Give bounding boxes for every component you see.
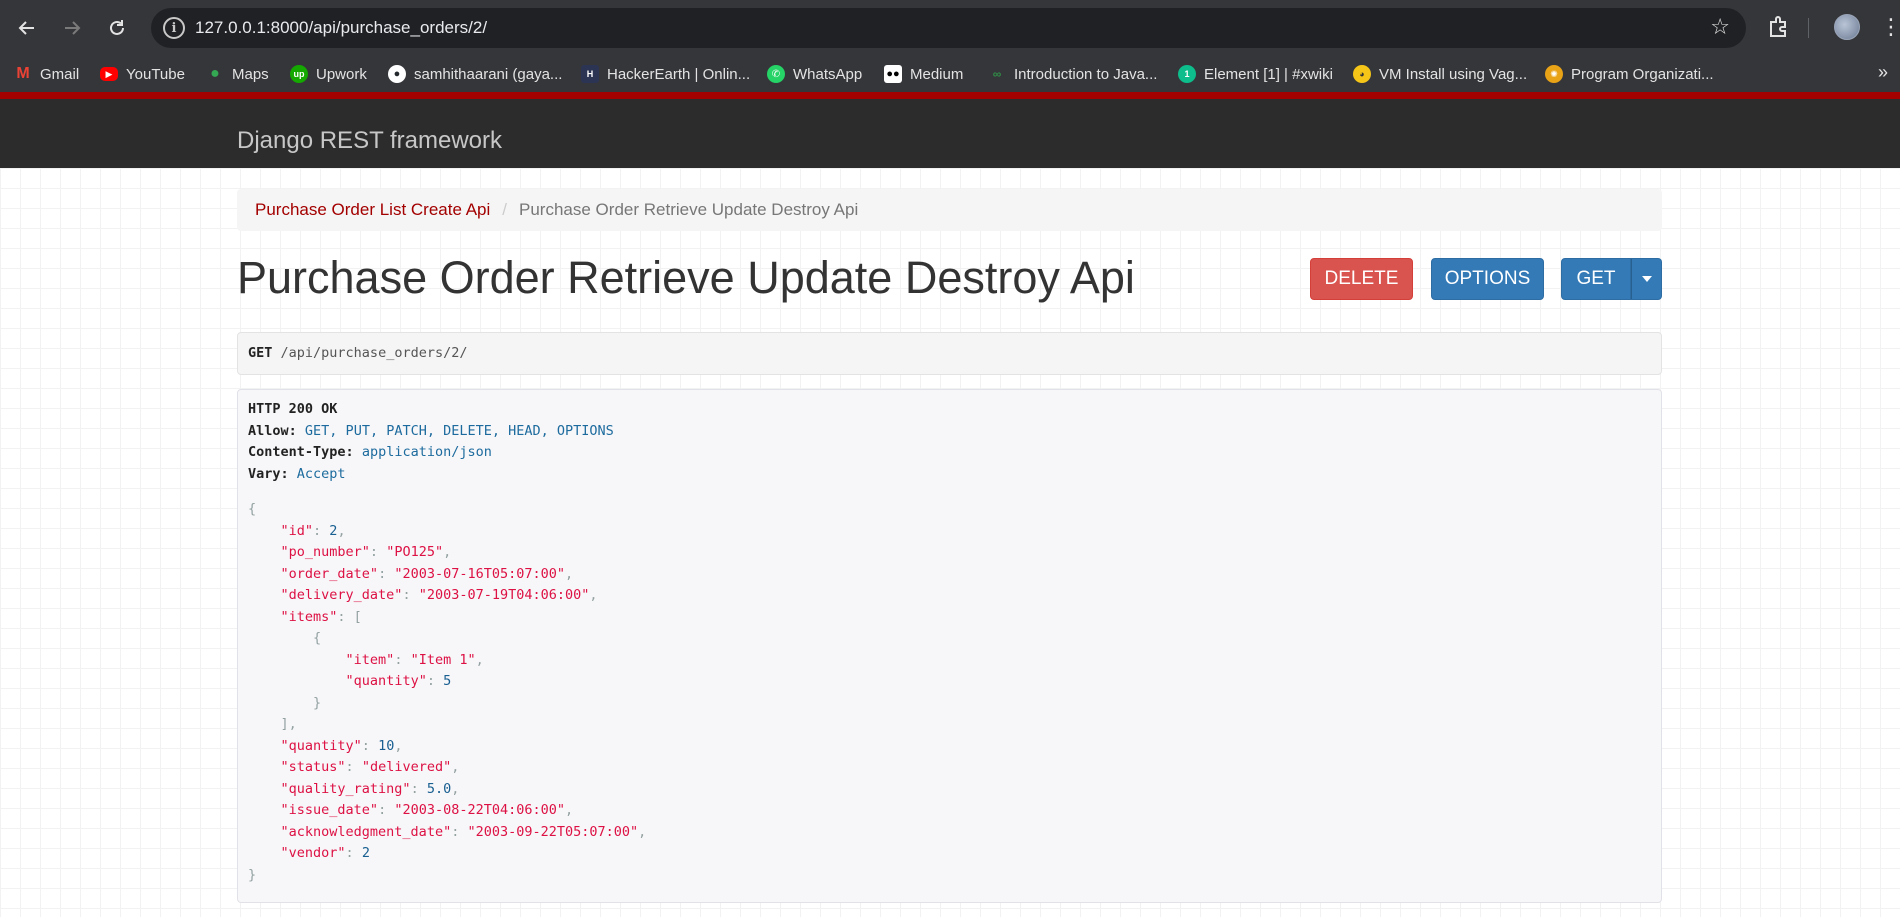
upwork-icon: up — [290, 65, 308, 83]
bookmark-label: HackerEarth | Onlin... — [607, 65, 751, 83]
address-bar[interactable]: i 127.0.0.1:8000/api/purchase_orders/2/ … — [151, 8, 1746, 48]
geeksforgeeks-icon: ∞ — [992, 67, 1002, 81]
json-body: { "id": 2, "po_number": "PO125", "order_… — [248, 501, 647, 883]
bookmark-program-organization[interactable]: ✺ Program Organizati... — [1545, 64, 1714, 84]
toolbar-divider — [1808, 18, 1809, 38]
element-icon: 1 — [1178, 65, 1196, 83]
content-type-header-value: application/json — [361, 444, 492, 460]
breadcrumb-separator: / — [502, 200, 508, 219]
request-info: GET /api/purchase_orders/2/ — [237, 332, 1662, 375]
breadcrumb-link-list[interactable]: Purchase Order List Create Api — [255, 200, 490, 220]
site-info-icon[interactable]: i — [163, 17, 185, 39]
drf-navbar: Django REST framework — [0, 92, 1900, 168]
menu-kebab-icon[interactable]: ⋮ — [1880, 14, 1900, 40]
options-button[interactable]: OPTIONS — [1431, 258, 1544, 300]
bookmark-gmail[interactable]: M Gmail — [14, 64, 79, 84]
allow-header-value: GET, PUT, PATCH, DELETE, HEAD, OPTIONS — [304, 422, 614, 439]
url-text[interactable]: 127.0.0.1:8000/api/purchase_orders/2/ — [195, 18, 487, 38]
json-issue-date: "2003-08-22T04:06:00" — [394, 802, 566, 818]
bookmark-label: Program Organizati... — [1571, 65, 1714, 83]
content-type-header-key: Content-Type: — [248, 444, 354, 460]
github-icon: ● — [388, 65, 406, 83]
json-delivery-date: "2003-07-19T04:06:00" — [418, 587, 590, 603]
delete-button[interactable]: DELETE — [1310, 258, 1413, 300]
response-status: HTTP 200 OK — [248, 401, 338, 417]
bookmark-label: Gmail — [40, 65, 80, 83]
breadcrumb: Purchase Order List Create Api / Purchas… — [237, 189, 1662, 231]
json-po-number: "PO125" — [386, 544, 444, 560]
json-status: "delivered" — [361, 759, 452, 775]
hackerearth-icon: H — [581, 65, 599, 83]
json-vendor: 2 — [361, 845, 370, 861]
bookmark-label: Element [1] | #xwiki — [1204, 65, 1333, 83]
bookmark-label: Maps — [232, 65, 269, 83]
bookmark-github[interactable]: ● samhithaarani (gaya... — [388, 64, 562, 84]
program-icon: ✺ — [1545, 65, 1563, 83]
browser-toolbar: i 127.0.0.1:8000/api/purchase_orders/2/ … — [0, 0, 1900, 56]
request-path: /api/purchase_orders/2/ — [280, 345, 468, 361]
forward-button[interactable] — [56, 12, 88, 44]
caret-down-icon — [1641, 276, 1652, 282]
youtube-icon: ▶ — [100, 67, 118, 81]
vary-header-value: Accept — [296, 465, 346, 482]
vary-header-key: Vary: — [248, 465, 289, 482]
bookmark-label: Upwork — [316, 65, 367, 83]
get-format-dropdown[interactable] — [1631, 258, 1662, 300]
bookmark-label: WhatsApp — [793, 65, 863, 83]
bookmark-upwork[interactable]: up Upwork — [290, 64, 367, 84]
bookmark-label: YouTube — [126, 65, 185, 83]
bookmark-label: VM Install using Vag... — [1379, 65, 1528, 83]
reload-icon — [110, 20, 124, 35]
bookmarks-bar: M Gmail ▶ YouTube ● Maps up Upwork ● samhitha… — [0, 56, 1900, 92]
page-content: Purchase Order List Create Api / Purchas… — [0, 168, 1900, 917]
allow-header-key: Allow: — [248, 422, 297, 439]
arrow-right-icon — [65, 21, 81, 35]
drf-brand-link[interactable]: Django REST framework — [237, 127, 502, 155]
json-quality-rating: 5.0 — [426, 780, 452, 797]
arrow-left-icon — [18, 21, 34, 35]
response-info: HTTP 200 OK Allow: GET, PUT, PATCH, DELE… — [237, 389, 1662, 903]
bookmark-geeksforgeeks[interactable]: ∞ Introduction to Java... — [988, 64, 1158, 84]
bookmark-label: samhithaarani (gaya... — [414, 65, 563, 83]
bookmark-medium[interactable]: ●● Medium — [884, 64, 963, 84]
bookmark-vm-install[interactable]: ◕ VM Install using Vag... — [1353, 64, 1527, 84]
bookmark-maps[interactable]: ● Maps — [206, 64, 269, 84]
json-order-date: "2003-07-16T05:07:00" — [394, 565, 566, 582]
page-title: Purchase Order Retrieve Update Destroy A… — [237, 252, 1135, 303]
bookmark-label: Introduction to Java... — [1014, 65, 1158, 83]
json-item-name: "Item 1" — [410, 651, 476, 668]
request-method: GET — [248, 345, 273, 361]
extensions-icon[interactable] — [1765, 14, 1791, 40]
gmail-icon: M — [16, 65, 30, 82]
bookmark-element[interactable]: 1 Element [1] | #xwiki — [1178, 64, 1333, 84]
maps-icon: ● — [210, 65, 220, 82]
json-quantity: 10 — [378, 737, 395, 754]
get-button[interactable]: GET — [1561, 258, 1631, 300]
duck-icon: ◕ — [1353, 65, 1371, 83]
reload-button[interactable] — [101, 12, 133, 44]
bookmark-star-icon[interactable]: ☆ — [1710, 14, 1730, 40]
bookmark-label: Medium — [910, 65, 964, 83]
back-button[interactable] — [11, 12, 43, 44]
breadcrumb-active: Purchase Order Retrieve Update Destroy A… — [519, 200, 859, 219]
bookmark-hackerearth[interactable]: H HackerEarth | Onlin... — [581, 64, 750, 84]
bookmark-youtube[interactable]: ▶ YouTube — [100, 64, 185, 84]
json-item-quantity: 5 — [443, 673, 452, 689]
json-acknowledgment-date: "2003-09-22T05:07:00" — [467, 823, 639, 840]
medium-icon: ●● — [884, 65, 902, 83]
profile-avatar[interactable] — [1834, 14, 1860, 40]
bookmark-whatsapp[interactable]: ✆ WhatsApp — [767, 64, 862, 84]
bookmarks-overflow-icon[interactable]: » — [1878, 62, 1888, 83]
whatsapp-icon: ✆ — [767, 65, 785, 83]
